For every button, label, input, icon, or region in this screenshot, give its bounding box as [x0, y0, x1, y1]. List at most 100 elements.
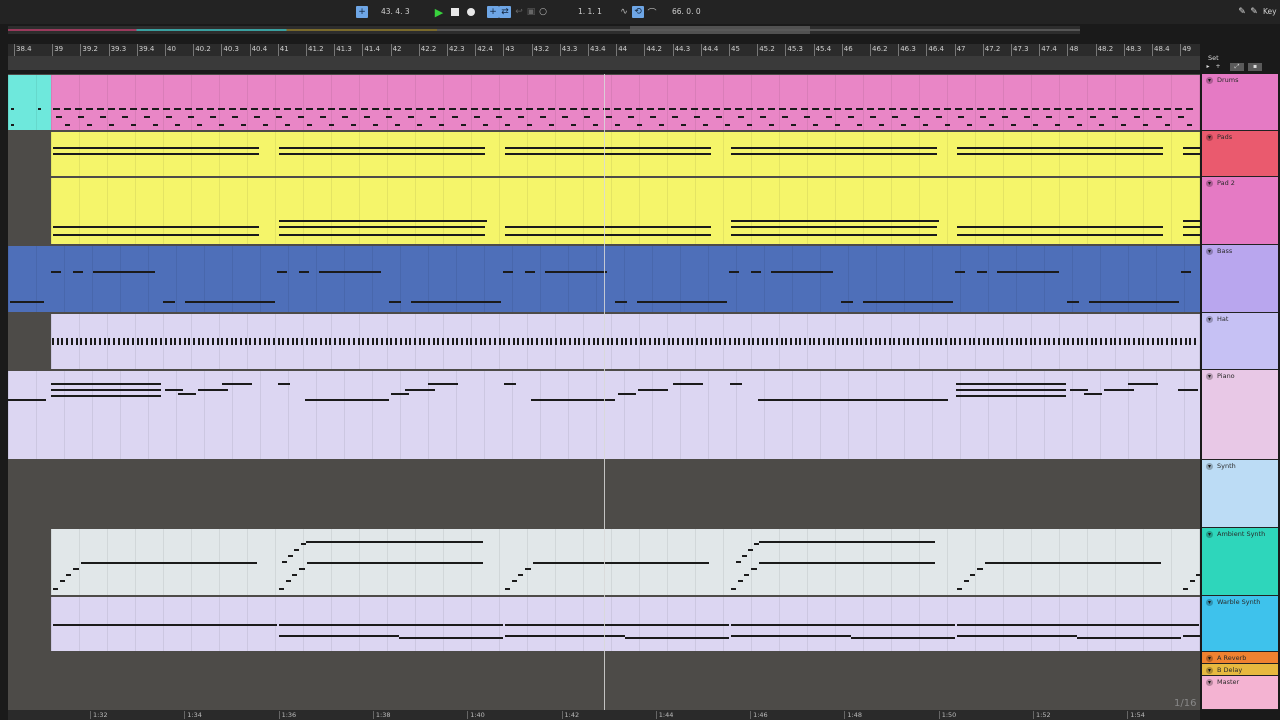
midi-note	[639, 338, 642, 345]
fold-icon[interactable]: ▾	[1206, 463, 1213, 470]
add-icon[interactable]: +	[356, 6, 368, 18]
loop-brace-strip[interactable]	[8, 56, 1200, 70]
midi-note	[80, 338, 83, 345]
midi-note	[955, 108, 962, 110]
midi-note	[799, 338, 802, 345]
play-icon[interactable]: ▶	[433, 6, 445, 19]
midi-note	[371, 338, 374, 345]
track-header[interactable]: ▾ Bass	[1202, 245, 1278, 313]
midi-note	[163, 301, 175, 303]
midi-note	[207, 338, 210, 345]
loop-start[interactable]: 1. 1. 1	[578, 6, 602, 18]
loop-icon[interactable]: ⟲	[632, 6, 644, 18]
midi-note	[210, 116, 216, 118]
midi-note	[1142, 108, 1149, 110]
track-header[interactable]: ▾ Master	[1202, 676, 1278, 710]
track-header[interactable]: ▾ B Delay	[1202, 664, 1278, 676]
midi-note	[957, 588, 962, 590]
stop-icon[interactable]	[449, 6, 461, 18]
midi-note	[307, 124, 312, 126]
midi-note	[569, 338, 571, 345]
track-header[interactable]: ▾ Pad 2	[1202, 177, 1278, 245]
track-header[interactable]: ▾ Warble Synth	[1202, 596, 1278, 652]
midi-note	[1076, 338, 1079, 345]
midi-note	[56, 338, 59, 345]
fold-icon[interactable]: ▾	[1206, 599, 1213, 606]
midi-note	[874, 338, 877, 345]
track-header[interactable]: ▾ Pads	[1202, 131, 1278, 177]
session-record-icon[interactable]: ○	[537, 6, 549, 18]
midi-note	[389, 301, 401, 303]
fold-icon[interactable]: ▾	[1206, 77, 1213, 84]
draw-mode-icon[interactable]: ✎	[1236, 6, 1248, 18]
automation-arm-icon[interactable]: ⇄	[499, 6, 511, 18]
midi-note	[97, 108, 104, 110]
hat-clip[interactable]	[51, 314, 1200, 369]
fold-icon[interactable]: ▾	[1206, 531, 1213, 538]
midi-note	[869, 338, 872, 345]
midi-note	[768, 108, 775, 110]
edit-icon[interactable]: ✎	[1248, 6, 1260, 18]
back-to-arrangement-icon[interactable]: ↩	[513, 6, 525, 18]
pads-clip[interactable]	[51, 132, 1200, 176]
midi-note	[219, 124, 224, 126]
track-header[interactable]: ▾ Synth	[1202, 460, 1278, 528]
track-name: Synth	[1217, 462, 1236, 470]
fold-icon[interactable]: ▾	[1206, 667, 1213, 674]
pads-clip[interactable]	[51, 178, 1200, 244]
beat-ruler[interactable]: 38.4 39 39.2 39.3 39.4 40 40.2 40.3 40.4 41 41.2 41…	[8, 44, 1200, 56]
midi-note	[901, 124, 906, 126]
fold-icon[interactable]: ▾	[1206, 373, 1213, 380]
midi-note	[742, 555, 747, 557]
set-expand-icon[interactable]: ⤢	[1230, 63, 1244, 71]
midi-note	[681, 338, 684, 345]
ruler-label: 43.3	[561, 45, 578, 53]
ruler-label: 38.4	[16, 45, 32, 53]
record-icon[interactable]	[465, 6, 477, 18]
time-ruler[interactable]: 1:32 1:34 1:36 1:38 1:40 1:42 1:44 1:46 1:48 1:50…	[8, 710, 1200, 720]
midi-note	[581, 108, 588, 110]
fold-icon[interactable]: ▾	[1206, 316, 1213, 323]
time-label: 1:44	[655, 711, 673, 719]
fold-icon[interactable]: ▾	[1206, 180, 1213, 187]
drums-clip[interactable]	[8, 75, 51, 130]
fold-icon[interactable]: ▾	[1206, 655, 1213, 662]
fold-icon[interactable]: ▾	[1206, 134, 1213, 141]
key-map-button[interactable]: Key	[1263, 6, 1277, 18]
midi-note	[503, 271, 513, 273]
warble-synth-clip[interactable]	[51, 597, 1200, 651]
set-add-icon[interactable]: +	[1214, 64, 1222, 70]
capture-icon[interactable]: ▣	[525, 6, 537, 18]
track-header[interactable]: ▾ A Reverb	[1202, 652, 1278, 664]
drums-clip[interactable]	[51, 75, 1200, 130]
set-prev-icon[interactable]: ▸	[1204, 64, 1212, 70]
midi-note	[851, 637, 955, 639]
overdub-icon[interactable]: +	[487, 6, 499, 18]
midi-note	[282, 561, 287, 563]
overview-window[interactable]	[630, 26, 810, 34]
midi-note	[451, 338, 454, 345]
loop-length[interactable]: 66. 0. 0	[672, 6, 701, 18]
fold-icon[interactable]: ▾	[1206, 248, 1213, 255]
punch-icon[interactable]: ⌒	[646, 6, 658, 19]
midi-note	[505, 234, 711, 236]
track-header[interactable]: ▾ Drums	[1202, 74, 1278, 131]
set-lock-icon[interactable]: ▪	[1248, 63, 1262, 71]
curve-icon[interactable]: ∿	[618, 6, 630, 18]
song-position[interactable]: 43. 4. 3	[381, 6, 410, 18]
fold-icon[interactable]: ▾	[1206, 679, 1213, 686]
midi-note	[710, 338, 712, 345]
midi-note	[725, 124, 730, 126]
midi-note	[395, 124, 400, 126]
ambient-synth-clip[interactable]	[51, 529, 1200, 595]
midi-note	[1180, 338, 1182, 345]
track-header[interactable]: ▾ Ambient Synth	[1202, 528, 1278, 596]
track-header[interactable]: ▾ Hat	[1202, 313, 1278, 370]
midi-note	[460, 338, 463, 345]
track-header[interactable]: ▾ Piano	[1202, 370, 1278, 460]
arrangement-overview[interactable]	[8, 26, 1080, 34]
midi-note	[175, 124, 180, 126]
ruler-label: 42.3	[449, 45, 465, 53]
midi-note	[957, 226, 1163, 228]
ruler-label: 48	[1069, 45, 1079, 53]
